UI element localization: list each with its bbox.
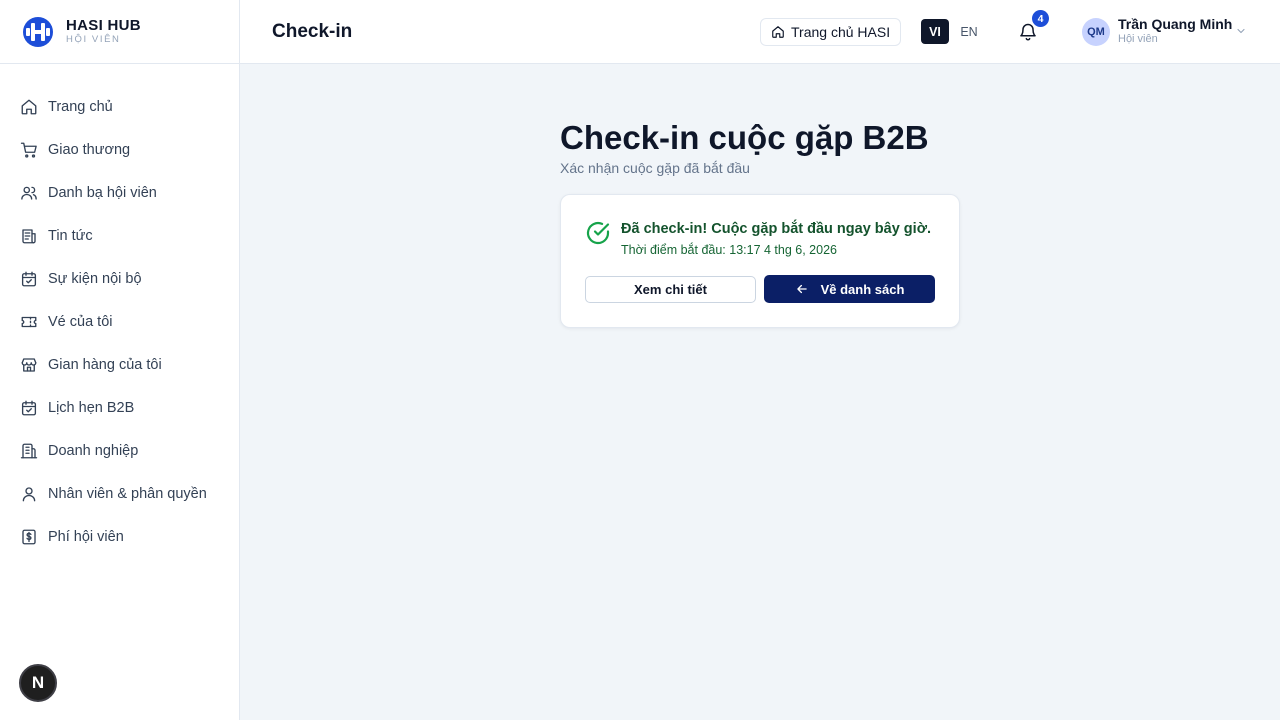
lang-vi-button[interactable]: VI <box>921 19 949 44</box>
user-icon <box>20 485 38 503</box>
hasi-logo-icon <box>23 16 53 47</box>
store-icon <box>20 356 38 374</box>
view-details-button[interactable]: Xem chi tiết <box>585 276 756 303</box>
sidebar-item-label: Giao thương <box>48 141 131 158</box>
sidebar-item-label: Sự kiện nội bộ <box>48 270 142 287</box>
sidebar-item-b2b-schedule[interactable]: Lịch hẹn B2B <box>0 386 239 429</box>
cart-icon <box>20 141 38 159</box>
sidebar-item-label: Tin tức <box>48 227 93 244</box>
user-name[interactable]: Trần Quang Minh <box>1118 16 1232 32</box>
avatar[interactable]: QM <box>1082 18 1110 46</box>
user-role: Hội viên <box>1118 33 1158 45</box>
back-to-list-label: Về danh sách <box>820 281 905 297</box>
sidebar-item-business[interactable]: Doanh nghiệp <box>0 429 239 472</box>
sidebar-item-my-tickets[interactable]: Vé của tôi <box>0 300 239 343</box>
building-icon <box>20 442 38 460</box>
topbar: Check-in Trang chủ HASI VI EN 4 QM Trần … <box>240 0 1280 64</box>
check-circle-icon <box>585 220 611 246</box>
sidebar-item-trade[interactable]: Giao thương <box>0 128 239 171</box>
start-time: Thời điểm bắt đầu: 13:17 4 thg 6, 2026 <box>621 243 837 257</box>
sidebar-item-home[interactable]: Trang chủ <box>0 85 239 128</box>
hasi-home-label: Trang chủ HASI <box>791 24 891 40</box>
sidebar-item-membership-fee[interactable]: Phí hội viên <box>0 515 239 558</box>
ticket-icon <box>20 313 38 331</box>
checkin-success-card: Đã check-in! Cuộc gặp bắt đầu ngay bây g… <box>560 194 960 328</box>
sidebar-item-label: Doanh nghiệp <box>48 442 139 459</box>
back-to-list-button[interactable]: Về danh sách <box>764 275 935 303</box>
sidebar-item-label: Danh bạ hội viên <box>48 184 157 201</box>
home-icon <box>772 26 784 38</box>
sidebar-item-internal-events[interactable]: Sự kiện nội bộ <box>0 257 239 300</box>
sidebar-item-label: Nhân viên & phân quyền <box>48 485 207 502</box>
sidebar-item-my-booth[interactable]: Gian hàng của tôi <box>0 343 239 386</box>
success-message: Đã check-in! Cuộc gặp bắt đầu ngay bây g… <box>621 221 932 237</box>
page-title: Check-in <box>272 21 353 42</box>
checkin-heading: Check-in cuộc gặp B2B <box>560 119 929 156</box>
sidebar-item-label: Lịch hẹn B2B <box>48 399 135 416</box>
lang-en-button[interactable]: EN <box>957 19 981 44</box>
home-icon <box>20 98 38 116</box>
notification-count-badge: 4 <box>1032 10 1049 27</box>
sidebar-item-label: Gian hàng của tôi <box>48 356 162 373</box>
sidebar-item-news[interactable]: Tin tức <box>0 214 239 257</box>
calendar-check-icon <box>20 270 38 288</box>
newspaper-icon <box>20 227 38 245</box>
calendar-check-icon <box>20 399 38 417</box>
sidebar-item-label: Phí hội viên <box>48 528 124 545</box>
arrow-left-icon <box>796 284 807 294</box>
brand-name: HASI HUB <box>66 17 141 35</box>
sidebar-item-label: Trang chủ <box>48 98 113 115</box>
sidebar-item-label: Vé của tôi <box>48 313 113 330</box>
chevron-down-icon[interactable] <box>1235 25 1247 37</box>
sidebar: HASI HUB HỘI VIÊN Trang chủ Giao thương … <box>0 0 240 720</box>
checkin-subtitle: Xác nhận cuộc gặp đã bắt đầu <box>560 160 750 176</box>
brand-subtitle: HỘI VIÊN <box>66 34 121 46</box>
users-icon <box>20 184 38 202</box>
dollar-icon <box>20 528 38 546</box>
dev-tools-badge[interactable]: N <box>19 664 57 702</box>
brand[interactable]: HASI HUB HỘI VIÊN <box>0 0 239 64</box>
sidebar-item-member-directory[interactable]: Danh bạ hội viên <box>0 171 239 214</box>
sidebar-item-staff-permissions[interactable]: Nhân viên & phân quyền <box>0 472 239 515</box>
hasi-home-button[interactable]: Trang chủ HASI <box>760 18 902 46</box>
sidebar-nav: Trang chủ Giao thương Danh bạ hội viên T… <box>0 64 239 558</box>
